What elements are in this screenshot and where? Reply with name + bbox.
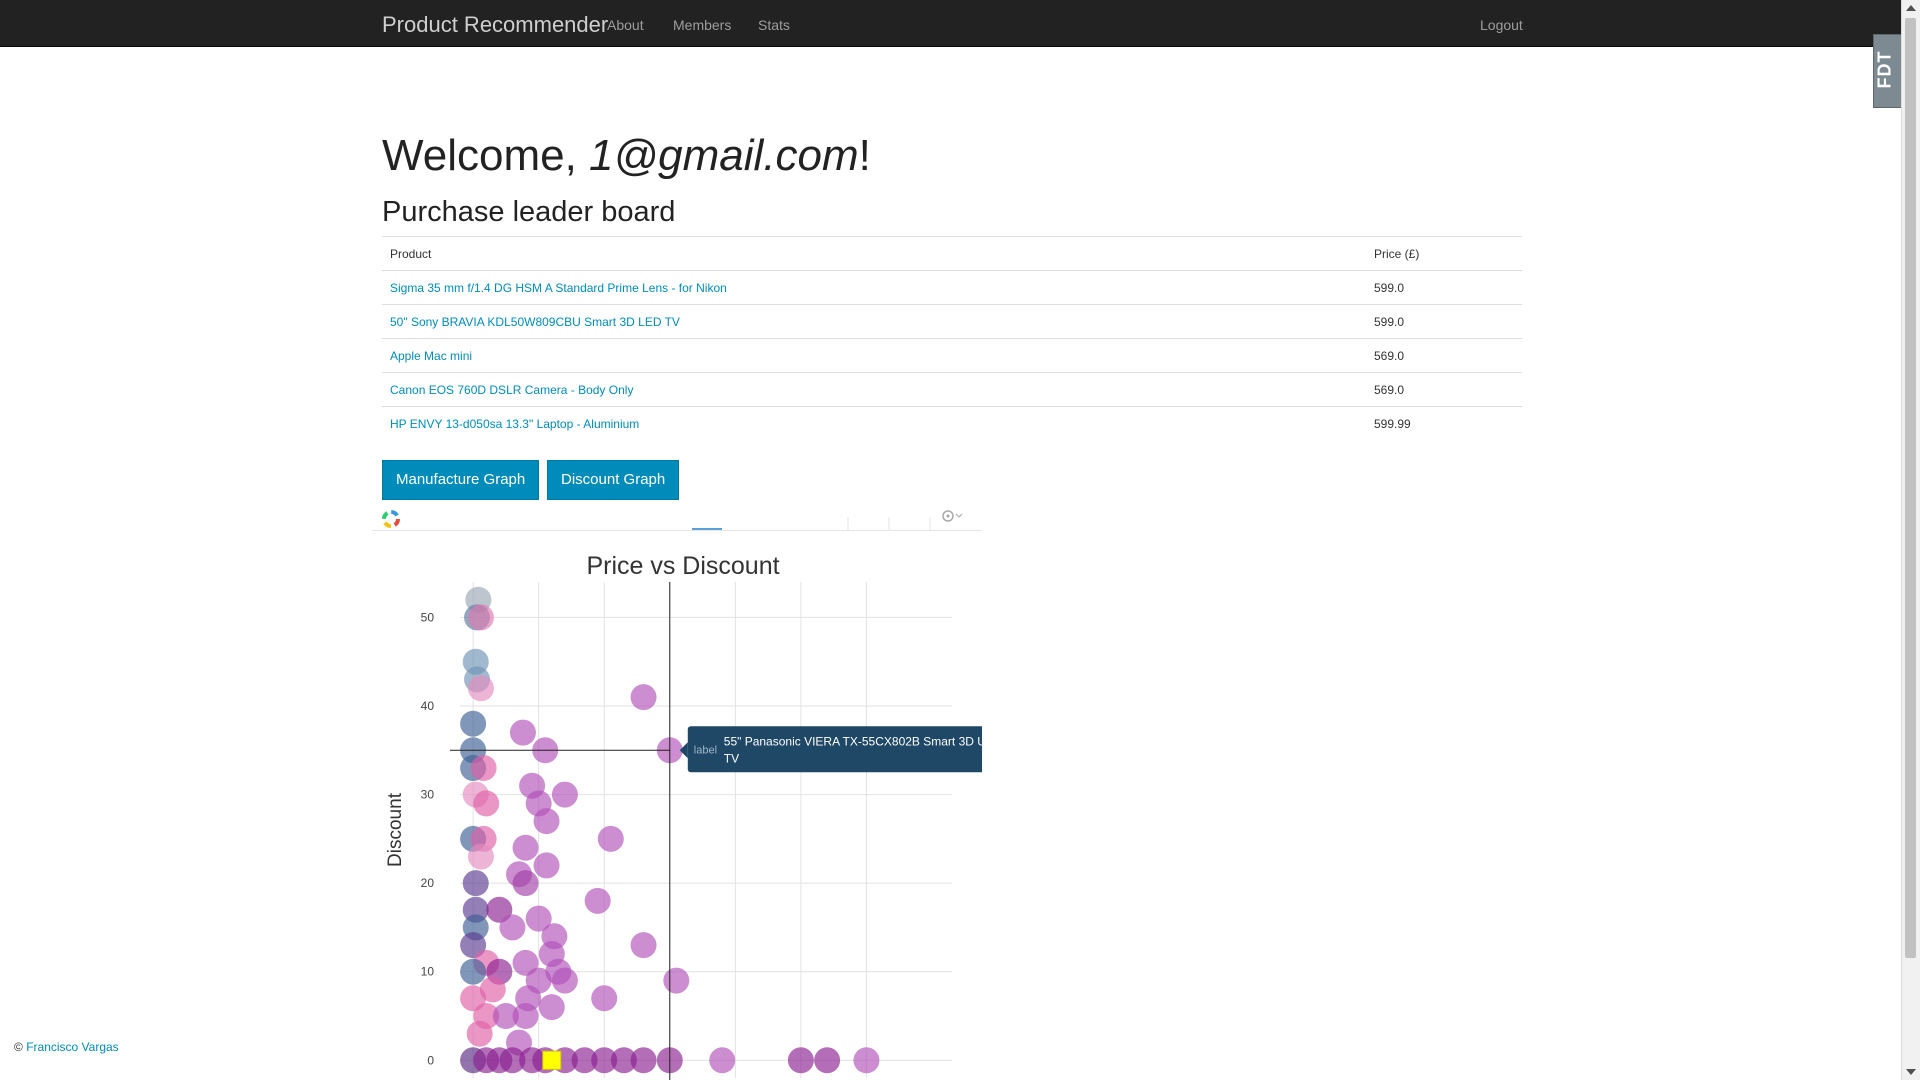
data-point[interactable] bbox=[512, 834, 539, 861]
nav-stats-link[interactable]: Stats bbox=[758, 17, 790, 33]
data-point[interactable] bbox=[551, 967, 578, 994]
data-point[interactable] bbox=[551, 781, 578, 808]
table-header-row: Product Price (£) bbox=[382, 236, 1522, 271]
product-link[interactable]: Apple Mac mini bbox=[390, 349, 472, 363]
product-link[interactable]: Sigma 35 mm f/1.4 DG HSM A Standard Prim… bbox=[390, 281, 727, 295]
scroll-thumb[interactable] bbox=[1905, 18, 1916, 958]
tooltip-text-line: 55" Panasonic VIERA TX-55CX802B Smart 3D… bbox=[724, 734, 982, 748]
chart-toolbar-graphics bbox=[382, 510, 963, 530]
y-tick-label: 0 bbox=[427, 1053, 434, 1067]
data-point[interactable] bbox=[533, 852, 560, 879]
settings-gear-icon[interactable] bbox=[942, 510, 963, 522]
brand-link[interactable]: Product Recommender bbox=[382, 12, 608, 38]
data-point[interactable] bbox=[462, 870, 489, 897]
y-tick-label: 20 bbox=[421, 876, 435, 890]
y-tick-label: 10 bbox=[421, 965, 435, 979]
fdt-debug-toolbar-tab[interactable]: FDT bbox=[1873, 34, 1903, 108]
price-cell: 569.0 bbox=[1366, 372, 1522, 407]
chart-toolbar bbox=[372, 502, 982, 531]
data-point[interactable] bbox=[663, 967, 690, 994]
data-point[interactable] bbox=[630, 684, 657, 711]
scroll-down-arrow-icon[interactable] bbox=[1906, 1069, 1916, 1075]
data-point[interactable] bbox=[460, 710, 487, 737]
price-cell: 569.0 bbox=[1366, 338, 1522, 373]
data-point[interactable] bbox=[509, 719, 536, 746]
data-point[interactable] bbox=[512, 1003, 539, 1029]
data-point[interactable] bbox=[467, 843, 494, 870]
y-axis-label: Discount bbox=[385, 792, 406, 867]
table-row: 50" Sony BRAVIA KDL50W809CBU Smart 3D LE… bbox=[382, 304, 1522, 339]
product-link[interactable]: HP ENVY 13-d050sa 13.3" Laptop - Alumini… bbox=[390, 417, 639, 431]
product-link[interactable]: 50" Sony BRAVIA KDL50W809CBU Smart 3D LE… bbox=[390, 315, 680, 329]
scatter-plot: Price vs Discount Discount 0 10 20 30 40 50 l… bbox=[385, 552, 982, 1080]
data-point[interactable] bbox=[466, 1020, 493, 1047]
data-point[interactable] bbox=[630, 932, 657, 959]
data-point[interactable] bbox=[814, 1047, 841, 1074]
data-point[interactable] bbox=[630, 1047, 657, 1074]
data-point[interactable] bbox=[787, 1047, 814, 1074]
y-tick-labels: 0 10 20 30 40 50 bbox=[421, 610, 435, 1067]
table-row: HP ENVY 13-d050sa 13.3" Laptop - Alumini… bbox=[382, 406, 1522, 440]
data-point[interactable] bbox=[853, 1047, 880, 1074]
data-point[interactable] bbox=[533, 808, 560, 835]
nav-about-link[interactable]: About bbox=[607, 17, 644, 33]
active-tab-indicator bbox=[692, 528, 722, 530]
table-row: Canon EOS 760D DSLR Camera - Body Only 5… bbox=[382, 372, 1522, 407]
welcome-heading: Welcome, 1@gmail.com! bbox=[382, 131, 871, 180]
tooltip-tag: label bbox=[694, 744, 717, 756]
data-point[interactable] bbox=[499, 914, 526, 941]
price-cell: 599.0 bbox=[1366, 304, 1522, 339]
data-point[interactable] bbox=[473, 790, 500, 817]
price-cell: 599.99 bbox=[1366, 406, 1522, 440]
vertical-scrollbar[interactable] bbox=[1901, 0, 1920, 1080]
column-header-product: Product bbox=[382, 236, 1366, 271]
y-tick-label: 40 bbox=[421, 699, 435, 713]
data-point[interactable] bbox=[470, 755, 497, 781]
scroll-up-arrow-icon[interactable] bbox=[1906, 5, 1916, 11]
highlight-marker bbox=[542, 1050, 562, 1070]
author-link[interactable]: Francisco Vargas bbox=[26, 1040, 118, 1054]
data-point[interactable] bbox=[597, 825, 624, 852]
tooltip-box bbox=[687, 726, 982, 773]
data-point[interactable] bbox=[591, 985, 618, 1012]
data-point[interactable] bbox=[512, 870, 539, 897]
manufacture-graph-button[interactable]: Manufacture Graph bbox=[382, 460, 540, 500]
tooltip-text-line: TV bbox=[724, 751, 739, 765]
table-row: Sigma 35 mm f/1.4 DG HSM A Standard Prim… bbox=[382, 270, 1522, 305]
logout-link[interactable]: Logout bbox=[1480, 17, 1523, 33]
table-row: Apple Mac mini 569.0 bbox=[382, 338, 1522, 373]
discount-graph-button[interactable]: Discount Graph bbox=[547, 460, 680, 500]
nav-members-link[interactable]: Members bbox=[673, 17, 731, 33]
user-email: 1@gmail.com bbox=[589, 131, 859, 180]
price-cell: 599.0 bbox=[1366, 270, 1522, 305]
data-point[interactable] bbox=[538, 994, 565, 1021]
leaderboard-table: Product Price (£) Sigma 35 mm f/1.4 DG H… bbox=[382, 236, 1522, 440]
data-point[interactable] bbox=[584, 887, 611, 914]
product-link[interactable]: Canon EOS 760D DSLR Camera - Body Only bbox=[390, 383, 633, 397]
data-point[interactable] bbox=[467, 604, 494, 631]
data-point[interactable] bbox=[709, 1047, 736, 1074]
y-tick-label: 30 bbox=[421, 788, 435, 802]
data-point[interactable] bbox=[460, 958, 487, 985]
data-point[interactable] bbox=[467, 675, 494, 702]
y-tick-label: 50 bbox=[421, 610, 435, 624]
footer: © Francisco Vargas bbox=[14, 1040, 119, 1054]
price-discount-chart: Price vs Discount Discount 0 10 20 30 40 50 l… bbox=[372, 502, 982, 1080]
color-wheel-icon[interactable] bbox=[382, 510, 400, 528]
top-navbar: Product Recommender About Members Stats … bbox=[0, 0, 1902, 47]
chart-title: Price vs Discount bbox=[586, 552, 779, 580]
column-header-price: Price (£) bbox=[1366, 236, 1522, 271]
leaderboard-title: Purchase leader board bbox=[382, 196, 676, 228]
